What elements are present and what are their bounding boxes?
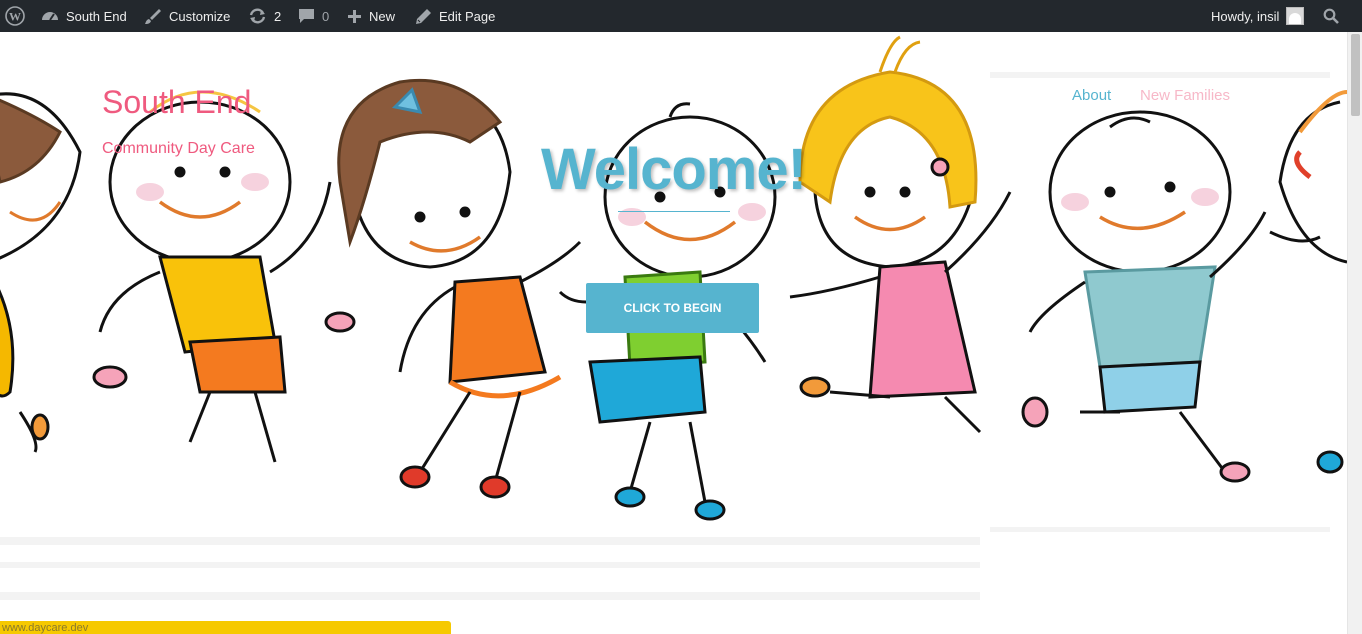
customize-label: Customize [169, 8, 231, 24]
child-figure-5 [789, 35, 1012, 434]
status-bar-url: www.daycare.dev [0, 621, 451, 634]
search-button[interactable] [1323, 0, 1339, 32]
admin-bar: W South End Customize 2 0 New Edit Page … [0, 0, 1362, 32]
comments-count: 0 [322, 8, 330, 24]
hero-illustration [0, 35, 1347, 600]
updates-count: 2 [274, 8, 282, 24]
click-to-begin-button[interactable]: CLICK TO BEGIN [586, 283, 759, 333]
greeting-label: Howdy, insil [1211, 8, 1280, 24]
wordpress-logo-icon[interactable]: W [5, 0, 25, 32]
search-icon [1323, 8, 1339, 24]
page-scrollbar[interactable] [1347, 32, 1362, 634]
comments-link[interactable]: 0 [298, 0, 329, 32]
hero-section: South End Community Day Care About New F… [0, 32, 1347, 634]
nav-link-new-families[interactable]: New Families [1140, 87, 1230, 104]
brush-icon [144, 7, 162, 25]
updates-icon [248, 7, 267, 25]
heading-divider [618, 211, 730, 212]
edit-page-link[interactable]: Edit Page [415, 0, 495, 32]
customize-link[interactable]: Customize [144, 0, 230, 32]
updates-link[interactable]: 2 [248, 0, 281, 32]
my-account-link[interactable]: Howdy, insil [1211, 0, 1305, 32]
site-name-label: South End [66, 8, 127, 24]
hero-heading: Welcome! [541, 137, 807, 202]
avatar [1286, 7, 1305, 25]
site-name-link[interactable]: South End [41, 0, 127, 32]
comment-icon [298, 8, 315, 25]
dashboard-icon [41, 8, 59, 24]
site-title[interactable]: South End [102, 84, 251, 121]
new-label: New [369, 8, 396, 24]
edit-page-label: Edit Page [439, 8, 496, 24]
svg-text:W: W [9, 10, 21, 24]
new-content-link[interactable]: New [347, 0, 395, 32]
nav-link-about[interactable]: About [1072, 87, 1111, 104]
plus-icon [347, 9, 362, 24]
scrollbar-thumb[interactable] [1351, 34, 1360, 116]
pencil-icon [415, 8, 432, 25]
